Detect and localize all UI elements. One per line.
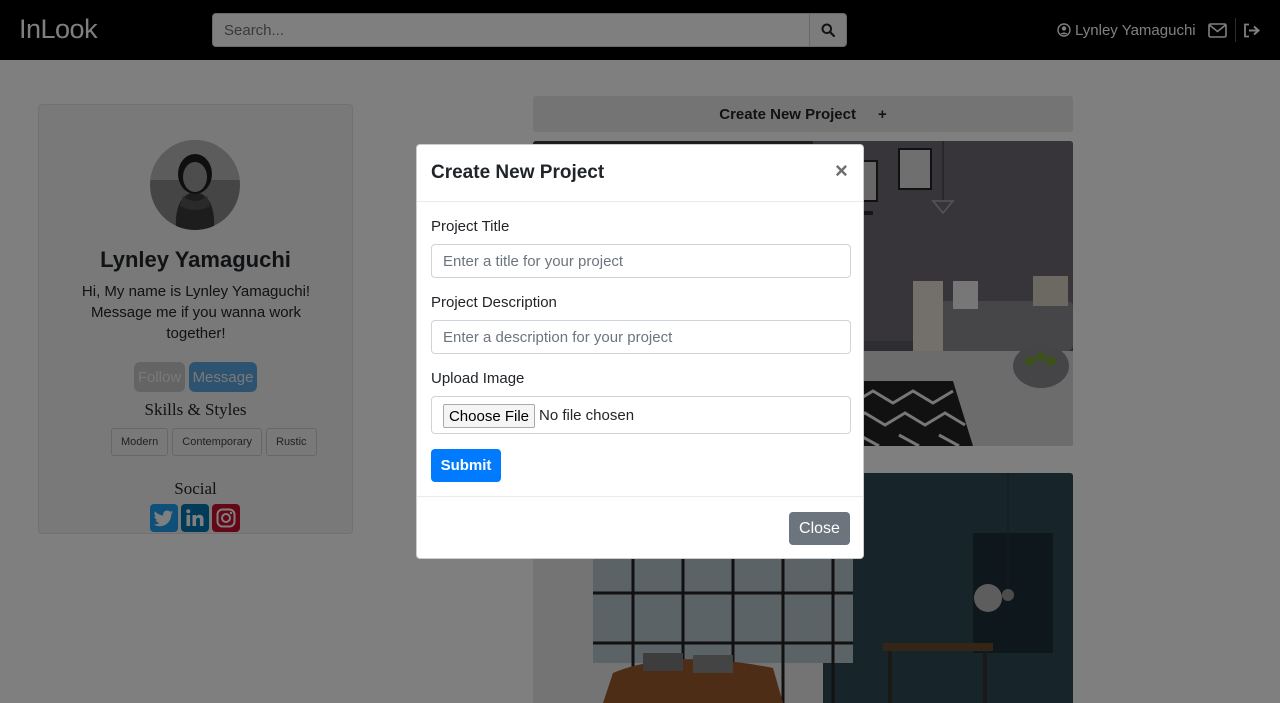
modal-footer: Close xyxy=(417,496,863,559)
submit-button[interactable]: Submit xyxy=(431,449,501,482)
file-upload-field: Choose File No file chosen xyxy=(431,396,851,434)
project-title-input[interactable] xyxy=(431,244,851,278)
modal-title: Create New Project xyxy=(431,162,605,183)
modal-header: Create New Project × xyxy=(417,145,863,202)
create-project-modal: Create New Project × Project Title Proje… xyxy=(416,144,864,559)
close-icon[interactable]: × xyxy=(835,159,848,183)
choose-file-button[interactable]: Choose File xyxy=(443,404,535,428)
project-description-input[interactable] xyxy=(431,320,851,354)
project-title-label: Project Title xyxy=(431,218,510,235)
project-description-label: Project Description xyxy=(431,294,557,311)
file-status: No file chosen xyxy=(539,407,635,424)
close-button[interactable]: Close xyxy=(789,512,850,545)
upload-image-label: Upload Image xyxy=(431,370,525,387)
